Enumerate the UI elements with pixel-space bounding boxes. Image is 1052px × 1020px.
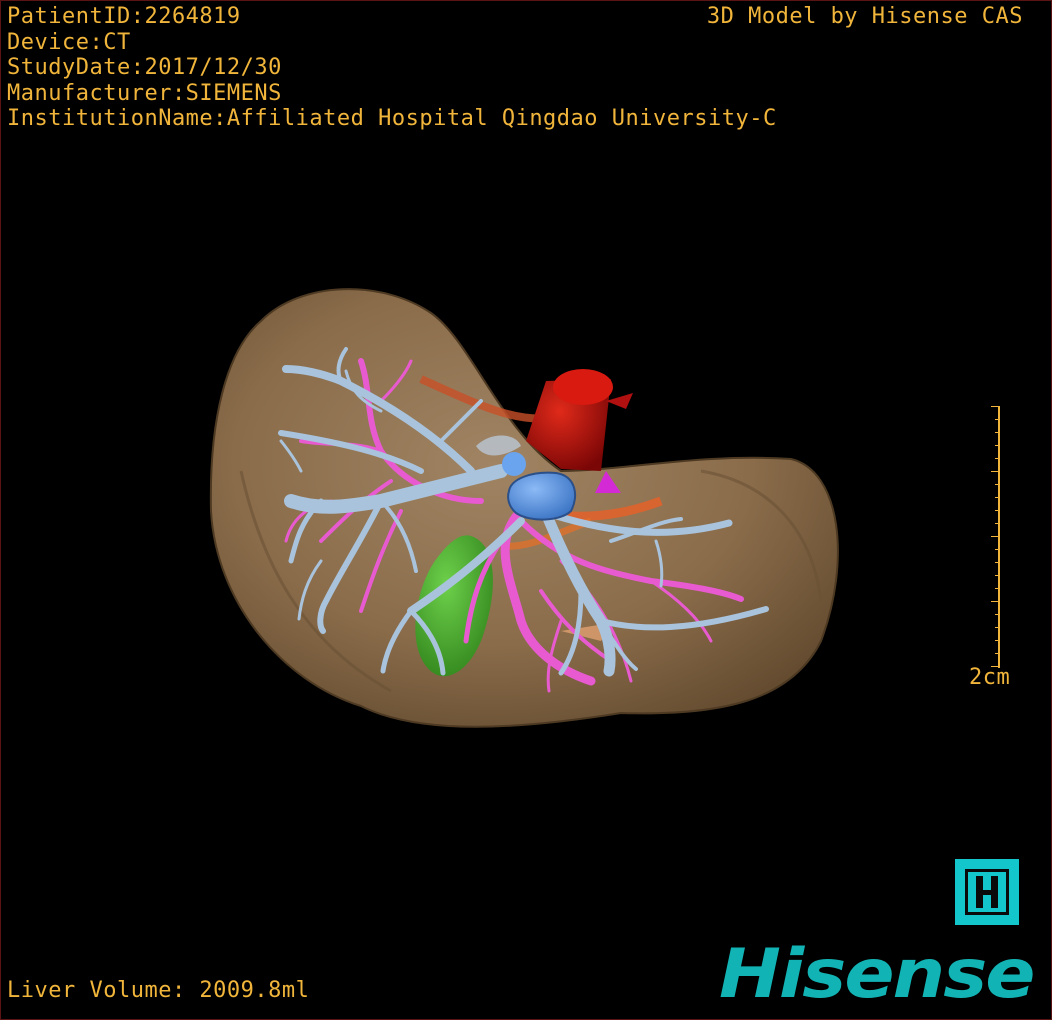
liver-3d-model[interactable] bbox=[1, 1, 1051, 1019]
brand-wordmark: Hisense bbox=[719, 934, 1035, 1014]
vendor-credit: 3D Model by Hisense CAS bbox=[706, 4, 1023, 29]
manufacturer: Manufacturer:SIEMENS bbox=[7, 80, 282, 106]
study-date: StudyDate:2017/12/30 bbox=[7, 55, 282, 80]
device: Device:CT bbox=[7, 29, 131, 55]
patient-id: PatientID:2264819 bbox=[7, 4, 241, 29]
hisense-logo-icon bbox=[955, 859, 1019, 925]
dicom-info-block: PatientID:2264819 Device:CT StudyDate:20… bbox=[7, 4, 777, 132]
institution-name: InstitutionName:Affiliated Hospital Qing… bbox=[7, 106, 777, 131]
3d-viewport[interactable]: PatientID:2264819 Device:CT StudyDate:20… bbox=[0, 0, 1052, 1020]
scale-bar-label: 2cm bbox=[969, 665, 1011, 690]
liver-volume: Liver Volume: 2009.8ml bbox=[7, 978, 310, 1003]
scale-bar bbox=[991, 406, 1000, 668]
